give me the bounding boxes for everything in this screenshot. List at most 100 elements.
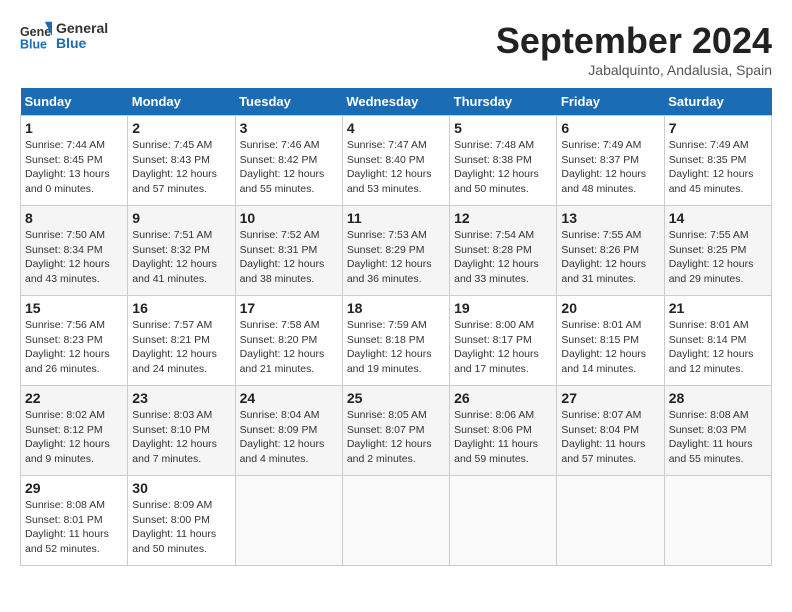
day-number: 23 xyxy=(132,390,230,406)
day-cell-13: 13 Sunrise: 7:55 AM Sunset: 8:26 PM Dayl… xyxy=(557,206,664,296)
svg-text:Blue: Blue xyxy=(20,37,47,51)
month-title: September 2024 xyxy=(496,20,772,62)
day-cell-4: 4 Sunrise: 7:47 AM Sunset: 8:40 PM Dayli… xyxy=(342,116,449,206)
week-row-2: 8 Sunrise: 7:50 AM Sunset: 8:34 PM Dayli… xyxy=(21,206,772,296)
day-cell-19: 19 Sunrise: 8:00 AM Sunset: 8:17 PM Dayl… xyxy=(450,296,557,386)
day-cell-21: 21 Sunrise: 8:01 AM Sunset: 8:14 PM Dayl… xyxy=(664,296,771,386)
day-number: 6 xyxy=(561,120,659,136)
day-cell-15: 15 Sunrise: 7:56 AM Sunset: 8:23 PM Dayl… xyxy=(21,296,128,386)
day-number: 30 xyxy=(132,480,230,496)
calendar-table: SundayMondayTuesdayWednesdayThursdayFrid… xyxy=(20,88,772,566)
day-number: 4 xyxy=(347,120,445,136)
weekday-header-friday: Friday xyxy=(557,88,664,116)
empty-cell xyxy=(342,476,449,566)
cell-content: Sunrise: 7:50 AM Sunset: 8:34 PM Dayligh… xyxy=(25,228,123,287)
cell-content: Sunrise: 8:06 AM Sunset: 8:06 PM Dayligh… xyxy=(454,408,552,467)
day-number: 1 xyxy=(25,120,123,136)
cell-content: Sunrise: 8:05 AM Sunset: 8:07 PM Dayligh… xyxy=(347,408,445,467)
cell-content: Sunrise: 7:47 AM Sunset: 8:40 PM Dayligh… xyxy=(347,138,445,197)
logo-line2: Blue xyxy=(56,36,108,51)
weekday-header-wednesday: Wednesday xyxy=(342,88,449,116)
weekday-header-row: SundayMondayTuesdayWednesdayThursdayFrid… xyxy=(21,88,772,116)
day-cell-2: 2 Sunrise: 7:45 AM Sunset: 8:43 PM Dayli… xyxy=(128,116,235,206)
day-cell-17: 17 Sunrise: 7:58 AM Sunset: 8:20 PM Dayl… xyxy=(235,296,342,386)
cell-content: Sunrise: 7:59 AM Sunset: 8:18 PM Dayligh… xyxy=(347,318,445,377)
logo-line1: General xyxy=(56,21,108,36)
day-number: 20 xyxy=(561,300,659,316)
day-number: 12 xyxy=(454,210,552,226)
weekday-header-sunday: Sunday xyxy=(21,88,128,116)
cell-content: Sunrise: 8:00 AM Sunset: 8:17 PM Dayligh… xyxy=(454,318,552,377)
day-cell-28: 28 Sunrise: 8:08 AM Sunset: 8:03 PM Dayl… xyxy=(664,386,771,476)
title-block: September 2024 Jabalquinto, Andalusia, S… xyxy=(496,20,772,78)
cell-content: Sunrise: 8:08 AM Sunset: 8:01 PM Dayligh… xyxy=(25,498,123,557)
day-cell-9: 9 Sunrise: 7:51 AM Sunset: 8:32 PM Dayli… xyxy=(128,206,235,296)
cell-content: Sunrise: 7:49 AM Sunset: 8:35 PM Dayligh… xyxy=(669,138,767,197)
day-cell-18: 18 Sunrise: 7:59 AM Sunset: 8:18 PM Dayl… xyxy=(342,296,449,386)
cell-content: Sunrise: 7:55 AM Sunset: 8:26 PM Dayligh… xyxy=(561,228,659,287)
day-cell-10: 10 Sunrise: 7:52 AM Sunset: 8:31 PM Dayl… xyxy=(235,206,342,296)
empty-cell xyxy=(664,476,771,566)
day-number: 3 xyxy=(240,120,338,136)
day-cell-7: 7 Sunrise: 7:49 AM Sunset: 8:35 PM Dayli… xyxy=(664,116,771,206)
day-number: 5 xyxy=(454,120,552,136)
day-number: 24 xyxy=(240,390,338,406)
day-number: 2 xyxy=(132,120,230,136)
cell-content: Sunrise: 8:03 AM Sunset: 8:10 PM Dayligh… xyxy=(132,408,230,467)
day-number: 27 xyxy=(561,390,659,406)
weekday-header-tuesday: Tuesday xyxy=(235,88,342,116)
day-cell-25: 25 Sunrise: 8:05 AM Sunset: 8:07 PM Dayl… xyxy=(342,386,449,476)
week-row-3: 15 Sunrise: 7:56 AM Sunset: 8:23 PM Dayl… xyxy=(21,296,772,386)
day-cell-20: 20 Sunrise: 8:01 AM Sunset: 8:15 PM Dayl… xyxy=(557,296,664,386)
day-number: 10 xyxy=(240,210,338,226)
day-cell-23: 23 Sunrise: 8:03 AM Sunset: 8:10 PM Dayl… xyxy=(128,386,235,476)
cell-content: Sunrise: 8:04 AM Sunset: 8:09 PM Dayligh… xyxy=(240,408,338,467)
cell-content: Sunrise: 7:57 AM Sunset: 8:21 PM Dayligh… xyxy=(132,318,230,377)
week-row-4: 22 Sunrise: 8:02 AM Sunset: 8:12 PM Dayl… xyxy=(21,386,772,476)
day-cell-3: 3 Sunrise: 7:46 AM Sunset: 8:42 PM Dayli… xyxy=(235,116,342,206)
day-number: 22 xyxy=(25,390,123,406)
logo: General Blue General Blue xyxy=(20,20,108,52)
cell-content: Sunrise: 8:01 AM Sunset: 8:15 PM Dayligh… xyxy=(561,318,659,377)
cell-content: Sunrise: 7:56 AM Sunset: 8:23 PM Dayligh… xyxy=(25,318,123,377)
cell-content: Sunrise: 7:45 AM Sunset: 8:43 PM Dayligh… xyxy=(132,138,230,197)
cell-content: Sunrise: 7:52 AM Sunset: 8:31 PM Dayligh… xyxy=(240,228,338,287)
day-cell-26: 26 Sunrise: 8:06 AM Sunset: 8:06 PM Dayl… xyxy=(450,386,557,476)
cell-content: Sunrise: 7:49 AM Sunset: 8:37 PM Dayligh… xyxy=(561,138,659,197)
week-row-5: 29 Sunrise: 8:08 AM Sunset: 8:01 PM Dayl… xyxy=(21,476,772,566)
day-number: 8 xyxy=(25,210,123,226)
day-number: 19 xyxy=(454,300,552,316)
cell-content: Sunrise: 8:08 AM Sunset: 8:03 PM Dayligh… xyxy=(669,408,767,467)
day-cell-8: 8 Sunrise: 7:50 AM Sunset: 8:34 PM Dayli… xyxy=(21,206,128,296)
cell-content: Sunrise: 7:58 AM Sunset: 8:20 PM Dayligh… xyxy=(240,318,338,377)
day-cell-1: 1 Sunrise: 7:44 AM Sunset: 8:45 PM Dayli… xyxy=(21,116,128,206)
cell-content: Sunrise: 7:55 AM Sunset: 8:25 PM Dayligh… xyxy=(669,228,767,287)
empty-cell xyxy=(235,476,342,566)
cell-content: Sunrise: 7:51 AM Sunset: 8:32 PM Dayligh… xyxy=(132,228,230,287)
day-number: 16 xyxy=(132,300,230,316)
day-cell-5: 5 Sunrise: 7:48 AM Sunset: 8:38 PM Dayli… xyxy=(450,116,557,206)
day-number: 29 xyxy=(25,480,123,496)
cell-content: Sunrise: 7:46 AM Sunset: 8:42 PM Dayligh… xyxy=(240,138,338,197)
day-number: 28 xyxy=(669,390,767,406)
day-cell-22: 22 Sunrise: 8:02 AM Sunset: 8:12 PM Dayl… xyxy=(21,386,128,476)
cell-content: Sunrise: 8:07 AM Sunset: 8:04 PM Dayligh… xyxy=(561,408,659,467)
cell-content: Sunrise: 7:53 AM Sunset: 8:29 PM Dayligh… xyxy=(347,228,445,287)
cell-content: Sunrise: 8:01 AM Sunset: 8:14 PM Dayligh… xyxy=(669,318,767,377)
week-row-1: 1 Sunrise: 7:44 AM Sunset: 8:45 PM Dayli… xyxy=(21,116,772,206)
cell-content: Sunrise: 7:48 AM Sunset: 8:38 PM Dayligh… xyxy=(454,138,552,197)
day-cell-27: 27 Sunrise: 8:07 AM Sunset: 8:04 PM Dayl… xyxy=(557,386,664,476)
day-number: 21 xyxy=(669,300,767,316)
day-cell-6: 6 Sunrise: 7:49 AM Sunset: 8:37 PM Dayli… xyxy=(557,116,664,206)
day-cell-14: 14 Sunrise: 7:55 AM Sunset: 8:25 PM Dayl… xyxy=(664,206,771,296)
empty-cell xyxy=(557,476,664,566)
cell-content: Sunrise: 8:02 AM Sunset: 8:12 PM Dayligh… xyxy=(25,408,123,467)
location: Jabalquinto, Andalusia, Spain xyxy=(496,62,772,78)
day-number: 17 xyxy=(240,300,338,316)
weekday-header-monday: Monday xyxy=(128,88,235,116)
cell-content: Sunrise: 7:44 AM Sunset: 8:45 PM Dayligh… xyxy=(25,138,123,197)
cell-content: Sunrise: 8:09 AM Sunset: 8:00 PM Dayligh… xyxy=(132,498,230,557)
logo-icon: General Blue xyxy=(20,20,52,52)
day-number: 26 xyxy=(454,390,552,406)
empty-cell xyxy=(450,476,557,566)
